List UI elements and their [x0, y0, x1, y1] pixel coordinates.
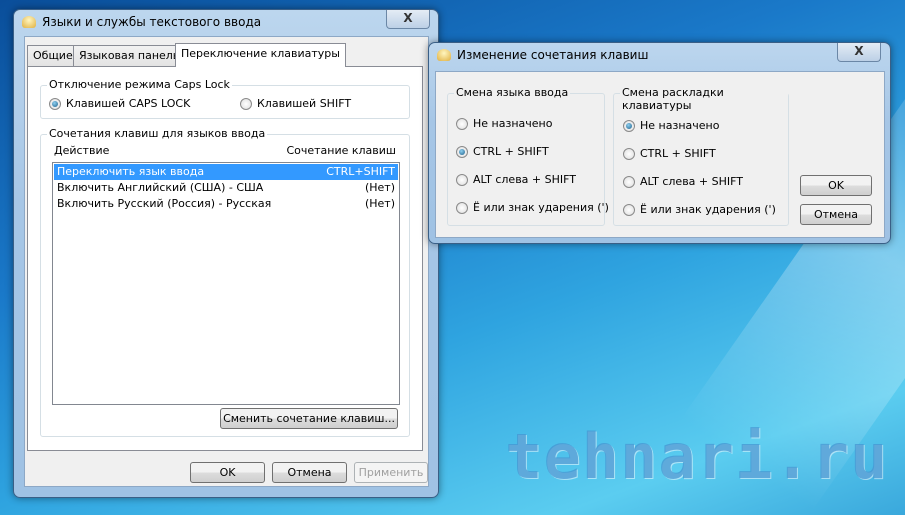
radio-input-alt-shift[interactable]: ALT слева + SHIFT: [456, 173, 576, 186]
hotkeys-list[interactable]: Переключить язык ввода CTRL+SHIFT Включит…: [52, 162, 400, 405]
radio-input-ctrl-shift[interactable]: CTRL + SHIFT: [456, 145, 549, 158]
radio-indicator: [456, 173, 468, 186]
radio-label: CTRL + SHIFT: [640, 147, 716, 160]
hotkeys-group-label: Сочетания клавиш для языков ввода: [47, 127, 268, 140]
radio-indicator: [456, 201, 468, 214]
group-label: Смена языка ввода: [454, 86, 571, 99]
list-item-keys: CTRL+SHIFT: [326, 165, 395, 178]
tab-general[interactable]: Общие: [27, 45, 79, 66]
radio-label: Не назначено: [473, 117, 553, 130]
list-item[interactable]: Переключить язык ввода CTRL+SHIFT: [54, 164, 398, 180]
input-language-group: Смена языка ввода Не назначено CTRL + SH…: [447, 86, 609, 226]
radio-label: ALT слева + SHIFT: [640, 175, 743, 188]
radio-indicator: [623, 119, 635, 132]
radio-label: Клавишей CAPS LOCK: [66, 97, 191, 110]
column-header-action: Действие: [54, 144, 110, 157]
dialog-title: Изменение сочетания клавиш: [457, 48, 649, 62]
title-bar: Изменение сочетания клавиш: [437, 48, 648, 62]
radio-caps-lock-key[interactable]: Клавишей CAPS LOCK: [49, 97, 190, 110]
list-item-action: Включить Русский (Россия) - Русская: [57, 197, 272, 210]
radio-indicator: [623, 147, 635, 160]
window-title: Языки и службы текстового ввода: [42, 15, 262, 29]
list-item-keys: (Нет): [364, 197, 395, 210]
radio-label: Клавишей SHIFT: [257, 97, 352, 110]
list-item-action: Включить Английский (США) - США: [57, 181, 264, 194]
radio-layout-grave[interactable]: Ё или знак ударения ('): [623, 203, 776, 216]
caps-lock-group: Отключение режима Caps Lock Клавишей CAP…: [40, 78, 410, 119]
layout-group: Смена раскладки клавиатуры Не назначено …: [613, 86, 789, 226]
app-icon: [22, 16, 36, 28]
radio-layout-alt-shift[interactable]: ALT слева + SHIFT: [623, 175, 743, 188]
radio-indicator: [623, 175, 635, 188]
dialog-ok-button[interactable]: OK: [800, 175, 872, 196]
title-bar: Языки и службы текстового ввода: [22, 15, 261, 29]
app-icon: [437, 49, 451, 61]
watermark: tehnari.ru: [505, 420, 889, 493]
change-hotkey-button[interactable]: Сменить сочетание клавиш...: [220, 408, 398, 429]
tab-language-bar[interactable]: Языковая панель: [73, 45, 186, 66]
radio-shift-key[interactable]: Клавишей SHIFT: [240, 97, 351, 110]
list-item[interactable]: Включить Русский (Россия) - Русская (Нет): [54, 196, 398, 212]
list-item-action: Переключить язык ввода: [57, 165, 205, 178]
radio-layout-ctrl-shift[interactable]: CTRL + SHIFT: [623, 147, 716, 160]
tab-keyboard-switching[interactable]: Переключение клавиатуры: [175, 43, 346, 67]
cancel-button[interactable]: Отмена: [272, 462, 347, 483]
apply-button[interactable]: Применить: [354, 462, 428, 483]
radio-layout-none[interactable]: Не назначено: [623, 119, 719, 132]
radio-indicator: [456, 117, 468, 130]
radio-indicator: [49, 97, 61, 110]
caps-lock-group-label: Отключение режима Caps Lock: [47, 78, 232, 91]
change-hotkey-dialog: Изменение сочетания клавиш X Смена языка…: [428, 42, 891, 244]
hotkeys-group: Сочетания клавиш для языков ввода Действ…: [40, 127, 410, 437]
radio-indicator: [456, 145, 468, 158]
radio-label: Не назначено: [640, 119, 720, 132]
radio-indicator: [240, 97, 252, 110]
radio-input-grave[interactable]: Ё или знак ударения ('): [456, 201, 609, 214]
radio-indicator: [623, 203, 635, 216]
close-button[interactable]: X: [386, 10, 430, 29]
close-button[interactable]: X: [837, 43, 881, 62]
ok-button[interactable]: OK: [190, 462, 265, 483]
radio-label: Ё или знак ударения ('): [473, 201, 609, 214]
dialog-cancel-button[interactable]: Отмена: [800, 204, 872, 225]
group-label: Смена раскладки клавиатуры: [620, 86, 788, 112]
dialog-client: Смена языка ввода Не назначено CTRL + SH…: [435, 71, 885, 238]
radio-label: CTRL + SHIFT: [473, 145, 549, 158]
radio-label: Ё или знак ударения ('): [640, 203, 776, 216]
column-header-keys: Сочетание клавиш: [286, 144, 396, 157]
list-item-keys: (Нет): [364, 181, 395, 194]
radio-input-none[interactable]: Не назначено: [456, 117, 552, 130]
radio-label: ALT слева + SHIFT: [473, 173, 576, 186]
list-item[interactable]: Включить Английский (США) - США (Нет): [54, 180, 398, 196]
